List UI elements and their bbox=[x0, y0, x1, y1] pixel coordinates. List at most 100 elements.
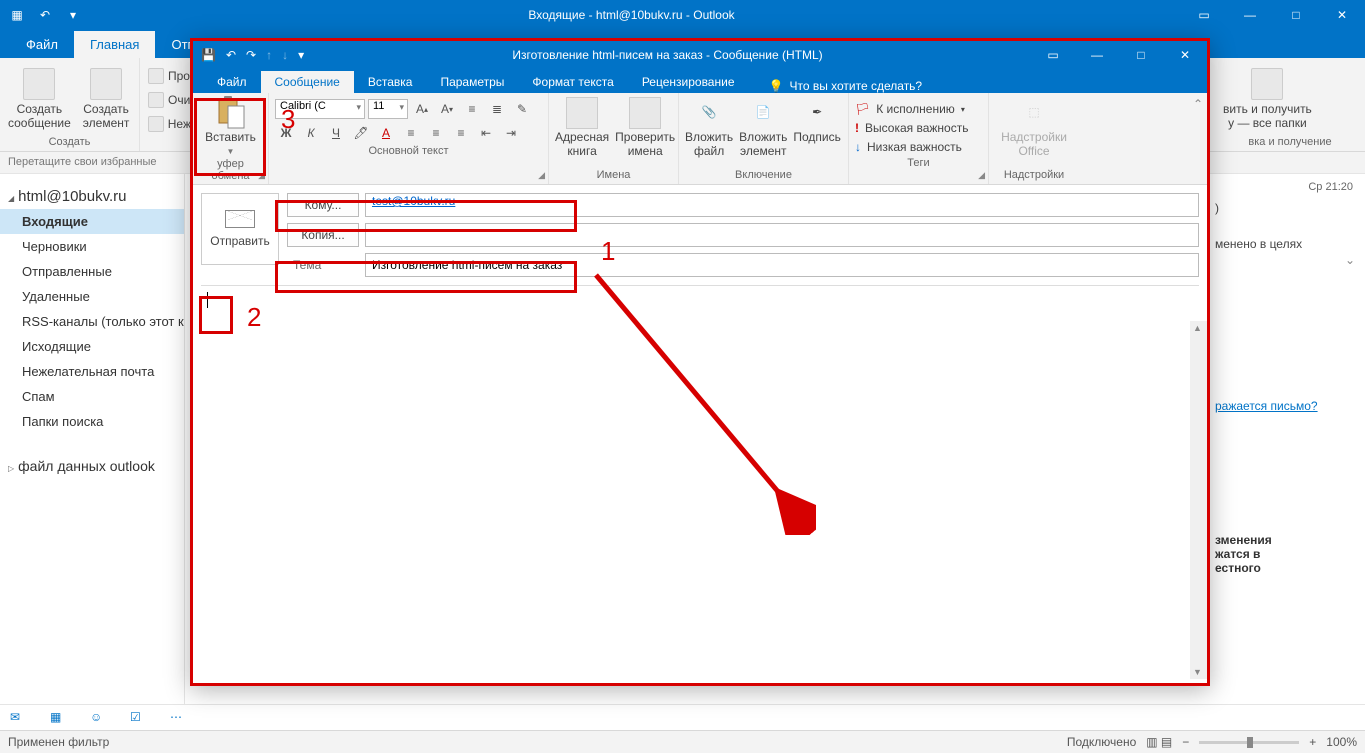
tell-me-search[interactable]: 💡 Что вы хотите сделать? bbox=[749, 79, 1208, 93]
group-include-label: Включение bbox=[685, 167, 842, 184]
compose-tabs: Файл Сообщение Вставка Параметры Формат … bbox=[193, 69, 1207, 93]
close-icon[interactable]: ✕ bbox=[1163, 41, 1207, 69]
compose-tab-format[interactable]: Формат текста bbox=[518, 71, 627, 93]
qat-redo-icon[interactable]: ↷ bbox=[246, 48, 256, 62]
italic-button[interactable]: К bbox=[300, 123, 322, 143]
bold-button[interactable]: Ж bbox=[275, 123, 297, 143]
main-tab-file[interactable]: Файл bbox=[10, 31, 74, 58]
main-tab-home[interactable]: Главная bbox=[74, 31, 155, 58]
send-button[interactable]: Отправить bbox=[201, 193, 279, 265]
attach-file-button[interactable]: 📎Вложить файл bbox=[685, 97, 733, 159]
launcher-icon[interactable]: ◢ bbox=[258, 170, 265, 181]
subject-field[interactable] bbox=[365, 253, 1199, 277]
compose-header: Отправить Кому... test@10bukv.ru Копия..… bbox=[193, 185, 1207, 285]
zoom-slider[interactable] bbox=[1199, 741, 1299, 744]
bullets-icon[interactable]: ≡ bbox=[461, 99, 483, 119]
qat-customize-icon[interactable]: ▾ bbox=[64, 6, 82, 24]
nav-people-icon[interactable]: ☺ bbox=[90, 710, 110, 726]
nav-calendar-icon[interactable]: ▦ bbox=[50, 710, 70, 726]
app-icon: ▦ bbox=[8, 6, 26, 24]
high-importance-button[interactable]: !Высокая важность bbox=[855, 120, 982, 136]
paste-button[interactable]: Вставить ▼ bbox=[205, 97, 256, 156]
nav-mail-icon[interactable]: ✉ bbox=[10, 710, 30, 726]
low-importance-button[interactable]: ↓Низкая важность bbox=[855, 139, 982, 155]
compose-tab-insert[interactable]: Вставка bbox=[354, 71, 427, 93]
read-date: Ср 21:20 bbox=[1215, 175, 1365, 199]
nav-tasks-icon[interactable]: ☑ bbox=[130, 710, 150, 726]
popout-icon[interactable]: ▭ bbox=[1031, 41, 1075, 69]
cc-field[interactable] bbox=[365, 223, 1199, 247]
nav-more-icon[interactable]: ⋯ bbox=[170, 710, 190, 726]
compose-tab-review[interactable]: Рецензирование bbox=[628, 71, 749, 93]
to-field[interactable]: test@10bukv.ru bbox=[365, 193, 1199, 217]
launcher-icon[interactable]: ◢ bbox=[538, 170, 545, 181]
to-button[interactable]: Кому... bbox=[287, 193, 359, 217]
folder-outbox[interactable]: Исходящие bbox=[0, 334, 184, 359]
close-icon[interactable]: ✕ bbox=[1319, 0, 1365, 30]
read-link[interactable]: ражается письмо? bbox=[1215, 399, 1318, 413]
view-switch-icon[interactable]: ▥ ▤ bbox=[1146, 735, 1172, 749]
new-item-button[interactable]: Создать элемент bbox=[83, 68, 130, 131]
text-cursor bbox=[207, 292, 208, 308]
indent-dec-icon[interactable]: ⇤ bbox=[475, 123, 497, 143]
check-names-button[interactable]: Проверить имена bbox=[615, 97, 675, 159]
underline-button[interactable]: Ч bbox=[325, 123, 347, 143]
cc-button[interactable]: Копия... bbox=[287, 223, 359, 247]
folder-spam[interactable]: Спам bbox=[0, 384, 184, 409]
send-receive-button[interactable]: вить и получить у — все папки bbox=[1223, 68, 1312, 131]
qat-undo-icon[interactable]: ↶ bbox=[36, 6, 54, 24]
compose-tab-file[interactable]: Файл bbox=[203, 71, 261, 93]
compose-tab-options[interactable]: Параметры bbox=[426, 71, 518, 93]
numbering-icon[interactable]: ≣ bbox=[486, 99, 508, 119]
ribbon-collapse-icon[interactable]: ⌃ bbox=[1193, 97, 1203, 111]
folder-deleted[interactable]: Удаленные bbox=[0, 284, 184, 309]
shrink-font-icon[interactable]: A▾ bbox=[436, 99, 458, 119]
format-painter-icon[interactable]: ✎ bbox=[511, 99, 533, 119]
indent-inc-icon[interactable]: ⇥ bbox=[500, 123, 522, 143]
btn-cleanup[interactable]: Очи bbox=[148, 90, 191, 110]
attach-item-button[interactable]: 📄Вложить элемент bbox=[739, 97, 787, 159]
signature-button[interactable]: ✒Подпись bbox=[793, 97, 841, 145]
maximize-icon[interactable]: □ bbox=[1119, 41, 1163, 69]
align-center-icon[interactable]: ≡ bbox=[425, 123, 447, 143]
account2-node[interactable]: файл данных outlook bbox=[0, 454, 184, 478]
minimize-icon[interactable]: — bbox=[1075, 41, 1119, 69]
compose-ribbon: Вставить ▼ уфер обмена ◢ Calibri (С 11 A… bbox=[193, 93, 1207, 185]
font-name-select[interactable]: Calibri (С bbox=[275, 99, 365, 119]
align-left-icon[interactable]: ≡ bbox=[400, 123, 422, 143]
zoom-in-icon[interactable]: + bbox=[1309, 735, 1316, 749]
font-color-icon[interactable]: A bbox=[375, 123, 397, 143]
highlight-icon[interactable]: 🖊 bbox=[350, 123, 372, 143]
compose-title: Изготовление html-писем на заказ - Сообщ… bbox=[304, 48, 1031, 62]
folder-rss[interactable]: RSS-каналы (только этот ком bbox=[0, 309, 184, 334]
followup-button[interactable]: 🏳К исполнению▾ bbox=[855, 101, 982, 117]
btn-junk[interactable]: Неж bbox=[148, 114, 191, 134]
folder-junk[interactable]: Нежелательная почта bbox=[0, 359, 184, 384]
compose-tab-message[interactable]: Сообщение bbox=[261, 71, 354, 93]
minimize-icon[interactable]: — bbox=[1227, 0, 1273, 30]
popout-icon[interactable]: ▭ bbox=[1181, 0, 1227, 30]
qat-undo-icon[interactable]: ↶ bbox=[226, 48, 236, 62]
message-body[interactable] bbox=[201, 285, 1199, 665]
new-message-button[interactable]: Создать сообщение bbox=[8, 68, 71, 131]
scrollbar[interactable] bbox=[1190, 321, 1207, 679]
account-node[interactable]: html@10bukv.ru bbox=[0, 184, 184, 209]
btn-ignore[interactable]: Про bbox=[148, 66, 191, 86]
send-icon bbox=[225, 210, 255, 228]
launcher-icon[interactable]: ◢ bbox=[978, 170, 985, 181]
font-size-select[interactable]: 11 bbox=[368, 99, 408, 119]
office-addins-button[interactable]: ⬚Надстройки Office bbox=[1001, 97, 1067, 159]
zoom-out-icon[interactable]: − bbox=[1182, 735, 1189, 749]
align-right-icon[interactable]: ≡ bbox=[450, 123, 472, 143]
qat-save-icon[interactable]: 💾 bbox=[201, 48, 216, 62]
folder-drafts[interactable]: Черновики bbox=[0, 234, 184, 259]
qat-prev-icon[interactable]: ↑ bbox=[266, 48, 272, 62]
folder-sent[interactable]: Отправленные bbox=[0, 259, 184, 284]
maximize-icon[interactable]: □ bbox=[1273, 0, 1319, 30]
main-titlebar: ▦ ↶ ▾ Входящие - html@10bukv.ru - Outloo… bbox=[0, 0, 1365, 30]
folder-inbox[interactable]: Входящие bbox=[0, 209, 184, 234]
qat-next-icon[interactable]: ↓ bbox=[282, 48, 288, 62]
address-book-button[interactable]: Адресная книга bbox=[555, 97, 609, 159]
grow-font-icon[interactable]: A▴ bbox=[411, 99, 433, 119]
folder-search[interactable]: Папки поиска bbox=[0, 409, 184, 434]
